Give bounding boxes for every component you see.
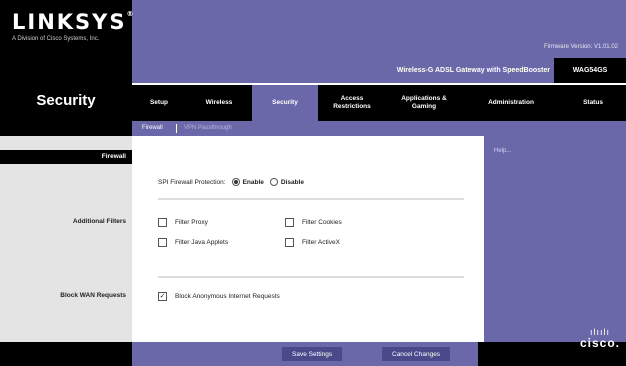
additional-filters-label: Additional Filters [72,218,126,225]
block-anonymous-row: ✓ Block Anonymous Internet Requests [158,292,280,301]
footer-left [0,342,132,366]
sub-tabs: Firewall VPN Passthrough [132,121,626,136]
firewall-section-header: Firewall [0,150,132,164]
filter-java-row: Filter Java Applets [158,238,228,247]
spi-enable-label: Enable [242,178,264,186]
page-title: Security [36,92,96,109]
cisco-wordmark: cisco. [580,336,621,350]
filter-activex-checkbox[interactable] [285,238,294,247]
tab-access-restrictions[interactable]: Access Restrictions [318,85,386,121]
logo-block: LINKSYS® A Division of Cisco Systems, In… [0,0,134,58]
block-anonymous-label: Block Anonymous Internet Requests [175,293,280,300]
filter-cookies-row: Filter Cookies [285,218,342,227]
cancel-changes-button[interactable]: Cancel Changes [382,347,451,361]
help-link[interactable]: Help... [494,148,511,154]
filter-activex-label: Filter ActiveX [302,239,340,246]
product-bar: Wireless-G ADSL Gateway with SpeedBooste… [132,58,626,84]
tab-wireless[interactable]: Wireless [186,85,252,121]
spi-firewall-row: SPI Firewall Protection: Enable Disable [158,178,304,186]
tab-applications-gaming[interactable]: Applications & Gaming [386,85,462,121]
subtab-separator [176,124,177,133]
help-panel: Help... [484,136,626,342]
filter-java-label: Filter Java Applets [175,239,229,246]
spi-enable-radio[interactable] [231,178,240,186]
logo-tagline: A Division of Cisco Systems, Inc. [12,36,100,42]
filter-activex-row: Filter ActiveX [285,238,340,247]
left-label-panel [0,136,132,342]
tab-status[interactable]: Status [560,85,626,121]
tab-administration[interactable]: Administration [462,85,560,121]
cisco-logo: ılıılı cisco. [580,328,621,350]
block-anonymous-checkbox[interactable]: ✓ [158,292,167,301]
spi-disable-radio[interactable] [269,178,278,186]
subtab-firewall[interactable]: Firewall [142,125,163,131]
content-gap [132,136,144,342]
firmware-version: Firmware Version: V1.01.02 [543,44,618,50]
model-number: WAG54GS [554,58,626,83]
block-wan-requests-label: Block WAN Requests [60,292,126,299]
firewall-label: Firewall [101,153,126,160]
filter-java-checkbox[interactable] [158,238,167,247]
save-settings-button[interactable]: Save Settings [282,347,343,361]
filter-cookies-label: Filter Cookies [302,219,342,226]
spi-disable-label: Disable [280,178,304,186]
tab-security[interactable]: Security [252,85,318,121]
subtab-vpn-passthrough[interactable]: VPN Passthrough [184,125,232,131]
spi-firewall-label: SPI Firewall Protection: [158,178,226,186]
filter-proxy-row: Filter Proxy [158,218,208,227]
tab-setup[interactable]: Setup [132,85,186,121]
main-tabs: Setup Wireless Security Access Restricti… [132,85,626,121]
product-name: Wireless-G ADSL Gateway with SpeedBooste… [396,67,550,74]
section-divider [158,276,464,278]
filter-cookies-checkbox[interactable] [285,218,294,227]
linksys-logo: LINKSYS® [12,10,134,34]
section-divider [158,198,464,200]
footer-bar: Save Settings Cancel Changes [132,342,478,366]
filter-proxy-label: Filter Proxy [175,219,208,226]
filter-proxy-checkbox[interactable] [158,218,167,227]
